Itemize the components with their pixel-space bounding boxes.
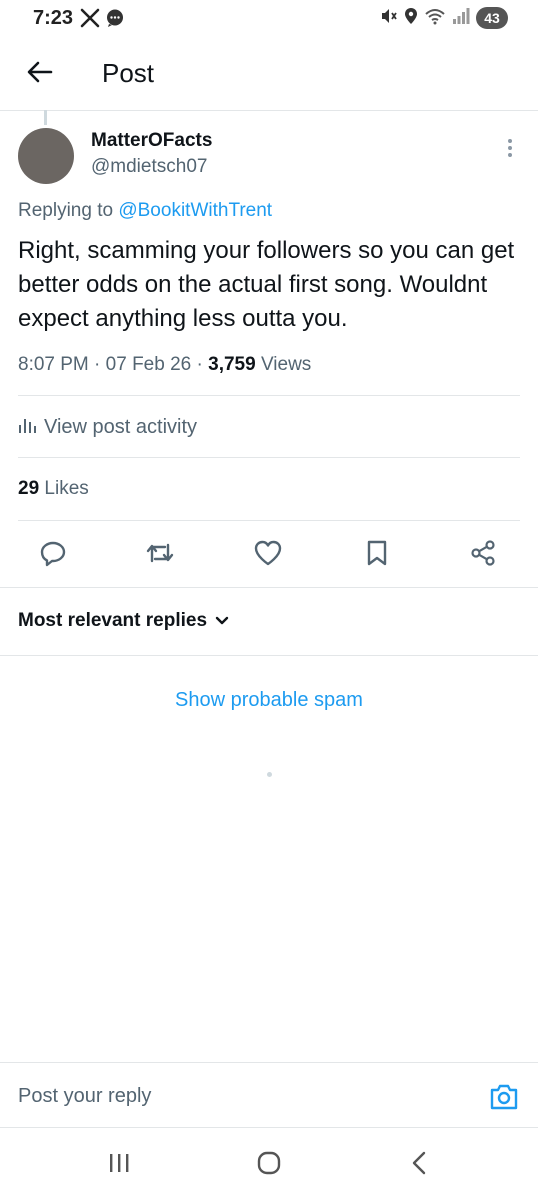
camera-button[interactable] (489, 1083, 519, 1111)
meta-divider (18, 395, 520, 396)
more-options-button[interactable] (500, 138, 520, 162)
home-icon (256, 1151, 282, 1180)
reply-input[interactable] (18, 1081, 458, 1111)
action-bar (0, 521, 538, 587)
bookmark-button[interactable] (362, 540, 392, 570)
bookmark-icon (365, 539, 389, 572)
reply-composer (0, 1062, 538, 1126)
sort-label: Most relevant replies (18, 610, 208, 631)
status-icons: 43 (380, 6, 508, 30)
author-name[interactable]: MatterOFacts (91, 130, 212, 152)
like-button[interactable] (253, 540, 283, 570)
header-divider (0, 110, 538, 111)
camera-icon (489, 1084, 519, 1115)
mute-icon (380, 7, 398, 30)
thread-connector (44, 110, 47, 125)
post-date[interactable]: 07 Feb 26 (106, 354, 192, 375)
views-count: 3,759 (208, 354, 256, 375)
show-probable-spam-link[interactable]: Show probable spam (0, 689, 538, 712)
back-button[interactable] (20, 54, 60, 94)
meta-separator: · (94, 354, 106, 375)
replying-to: Replying to @BookitWithTrent (18, 200, 272, 222)
replying-prefix: Replying to (18, 200, 114, 221)
loading-indicator (267, 772, 272, 777)
analytics-icon (18, 416, 36, 439)
post-time[interactable]: 8:07 PM (18, 354, 89, 375)
more-vertical-icon (507, 138, 513, 163)
share-icon (469, 539, 497, 572)
recent-apps-icon (108, 1152, 130, 1179)
replies-sort-dropdown[interactable]: Most relevant replies (18, 610, 229, 632)
battery-icon: 43 (476, 7, 508, 29)
location-icon (404, 7, 418, 30)
likes-count: 29 (18, 478, 40, 499)
view-activity-link[interactable]: View post activity (18, 416, 197, 439)
repost-button[interactable] (145, 540, 175, 570)
wifi-icon (424, 7, 446, 30)
x-logo-icon (80, 8, 100, 33)
replying-to-mention[interactable]: @BookitWithTrent (118, 200, 272, 221)
back-nav-button[interactable] (404, 1151, 434, 1180)
reply-button[interactable] (38, 540, 68, 570)
sort-divider (0, 655, 538, 656)
home-button[interactable] (254, 1151, 284, 1180)
likes-label: Likes (44, 478, 89, 499)
meta-separator: · (196, 354, 209, 375)
post-meta: 8:07 PM · 07 Feb 26 · 3,759 Views (18, 354, 311, 376)
avatar[interactable] (18, 128, 74, 184)
page-title: Post (102, 58, 155, 88)
chevron-left-icon (411, 1151, 427, 1180)
post-detail-screen: 7:23 43 Post MatterOFacts @mdietsch07 Re… (0, 0, 538, 1200)
reply-icon (39, 539, 67, 572)
system-navigation-bar (0, 1127, 538, 1200)
signal-icon (452, 7, 470, 30)
actions-divider (0, 587, 538, 588)
message-icon (105, 8, 125, 33)
views-label: Views (260, 354, 312, 375)
activity-label: View post activity (44, 416, 198, 438)
likes-summary[interactable]: 29 Likes (18, 478, 89, 500)
activity-divider (18, 457, 520, 458)
recent-apps-button[interactable] (104, 1152, 134, 1178)
top-app-bar: Post (0, 38, 538, 110)
arrow-left-icon (27, 61, 53, 88)
author-handle[interactable]: @mdietsch07 (91, 156, 207, 178)
status-bar: 7:23 43 (0, 0, 538, 38)
share-button[interactable] (468, 539, 498, 572)
status-time: 7:23 (33, 7, 74, 29)
post-text: Right, scamming your followers so you ca… (18, 237, 515, 332)
chevron-down-icon (215, 610, 229, 632)
heart-icon (253, 539, 283, 572)
repost-icon (145, 539, 175, 572)
